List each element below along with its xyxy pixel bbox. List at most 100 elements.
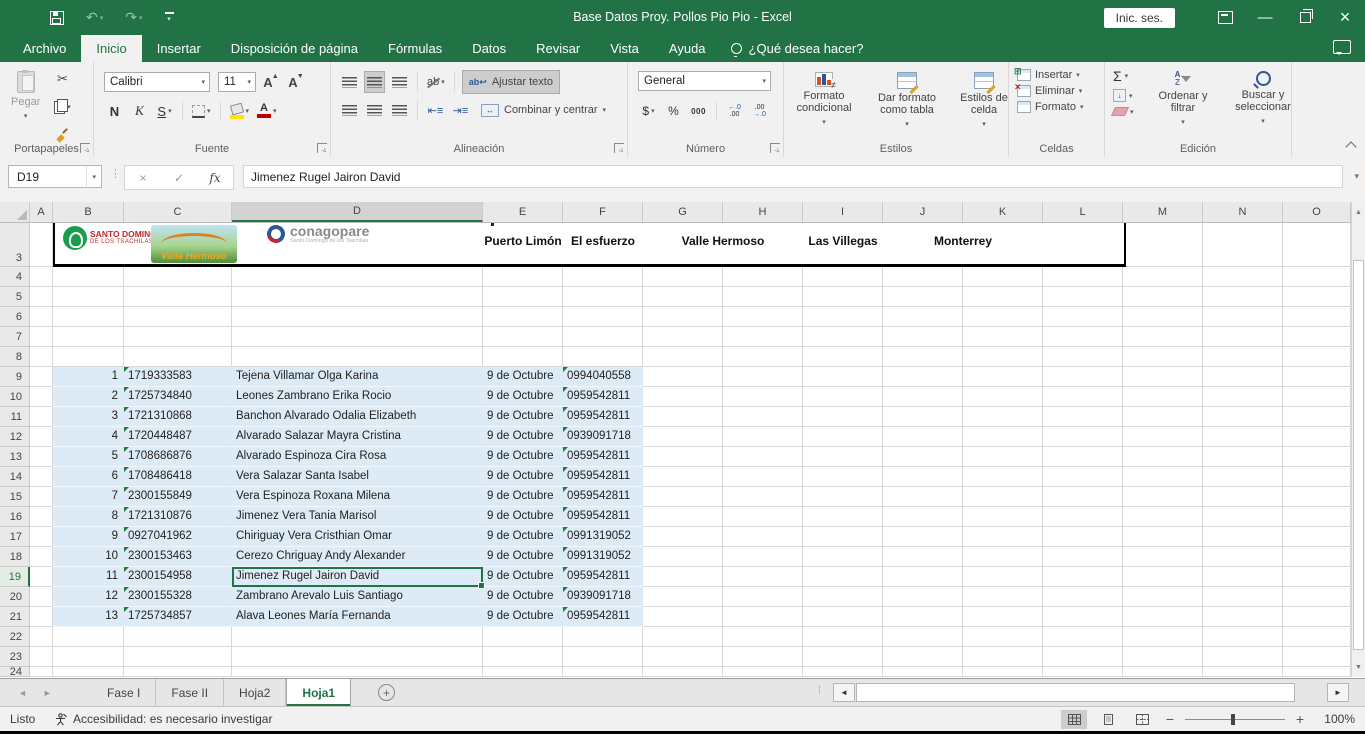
cell-B24[interactable] bbox=[53, 667, 124, 677]
comma-style-button[interactable]: 000 bbox=[688, 100, 709, 122]
cell-E9[interactable]: 9 de Octubre bbox=[483, 367, 563, 387]
clipboard-dialog-launcher[interactable] bbox=[80, 143, 90, 153]
cell-M5[interactable] bbox=[1123, 287, 1203, 307]
fill-color-button[interactable] bbox=[228, 100, 252, 122]
cell-F17[interactable]: 0991319052 bbox=[563, 527, 643, 547]
cell-C12[interactable]: 1720448487 bbox=[124, 427, 232, 447]
cell-M19[interactable] bbox=[1123, 567, 1203, 587]
cell-O3[interactable] bbox=[1283, 223, 1351, 267]
cell-E10[interactable]: 9 de Octubre bbox=[483, 387, 563, 407]
cell-A14[interactable] bbox=[30, 467, 53, 487]
cancel-entry-button[interactable]: × bbox=[125, 171, 161, 185]
cell-L18[interactable] bbox=[1043, 547, 1123, 567]
cell-L9[interactable] bbox=[1043, 367, 1123, 387]
cell-K11[interactable] bbox=[963, 407, 1043, 427]
cell-I13[interactable] bbox=[803, 447, 883, 467]
cell-H19[interactable] bbox=[723, 567, 803, 587]
cell-E4[interactable] bbox=[483, 267, 563, 287]
cell-G6[interactable] bbox=[643, 307, 723, 327]
cell-O9[interactable] bbox=[1283, 367, 1351, 387]
cell-I17[interactable] bbox=[803, 527, 883, 547]
vertical-scrollbar[interactable]: ▲ ▼ bbox=[1351, 202, 1365, 677]
cell-M14[interactable] bbox=[1123, 467, 1203, 487]
sort-filter-button[interactable]: AZ Ordenar y filtrar bbox=[1147, 66, 1219, 129]
sheet-tab-fase-i[interactable]: Fase I bbox=[92, 679, 156, 706]
cell-D12[interactable]: Alvarado Salazar Mayra Cristina bbox=[232, 427, 483, 447]
cell-A18[interactable] bbox=[30, 547, 53, 567]
cell-I6[interactable] bbox=[803, 307, 883, 327]
cell-H8[interactable] bbox=[723, 347, 803, 367]
cell-J18[interactable] bbox=[883, 547, 963, 567]
restore-button[interactable] bbox=[1285, 0, 1325, 35]
new-sheet-button[interactable]: + bbox=[378, 684, 395, 701]
cell-H20[interactable] bbox=[723, 587, 803, 607]
cell-G13[interactable] bbox=[643, 447, 723, 467]
column-header-C[interactable]: C bbox=[124, 202, 232, 222]
cell-M6[interactable] bbox=[1123, 307, 1203, 327]
cell-J17[interactable] bbox=[883, 527, 963, 547]
ribbon-tab-vista[interactable]: Vista bbox=[595, 35, 654, 62]
cell-K8[interactable] bbox=[963, 347, 1043, 367]
cell-J10[interactable] bbox=[883, 387, 963, 407]
cell-D20[interactable]: Zambrano Arevalo Luis Santiago bbox=[232, 587, 483, 607]
cell-G23[interactable] bbox=[643, 647, 723, 667]
cell-O6[interactable] bbox=[1283, 307, 1351, 327]
cell-J16[interactable] bbox=[883, 507, 963, 527]
cell-A9[interactable] bbox=[30, 367, 53, 387]
row-header-12[interactable]: 12 bbox=[0, 427, 30, 447]
accessibility-status[interactable]: Accesibilidad: es necesario investigar bbox=[54, 712, 272, 726]
cell-E7[interactable] bbox=[483, 327, 563, 347]
increase-decimal-button[interactable]: ←.0.00 bbox=[724, 100, 745, 122]
cell-I24[interactable] bbox=[803, 667, 883, 677]
cell-J23[interactable] bbox=[883, 647, 963, 667]
cell-L8[interactable] bbox=[1043, 347, 1123, 367]
row-header-9[interactable]: 9 bbox=[0, 367, 30, 387]
zoom-slider-thumb[interactable] bbox=[1231, 714, 1235, 725]
cell-M20[interactable] bbox=[1123, 587, 1203, 607]
cell-A6[interactable] bbox=[30, 307, 53, 327]
cell-K7[interactable] bbox=[963, 327, 1043, 347]
cell-M13[interactable] bbox=[1123, 447, 1203, 467]
tab-scroll-splitter[interactable]: ⁞ bbox=[818, 685, 821, 696]
cell-I16[interactable] bbox=[803, 507, 883, 527]
percent-button[interactable]: % bbox=[663, 100, 684, 122]
formula-input[interactable]: Jimenez Rugel Jairon David bbox=[243, 165, 1343, 188]
sheet-tab-hoja2[interactable]: Hoja2 bbox=[224, 679, 286, 706]
align-right-button[interactable] bbox=[389, 99, 410, 121]
cell-N8[interactable] bbox=[1203, 347, 1283, 367]
cell-G22[interactable] bbox=[643, 627, 723, 647]
cell-J15[interactable] bbox=[883, 487, 963, 507]
cell-J22[interactable] bbox=[883, 627, 963, 647]
cell-D17[interactable]: Chiriguay Vera Cristhian Omar bbox=[232, 527, 483, 547]
cell-F24[interactable] bbox=[563, 667, 643, 677]
wrap-text-button[interactable]: ab↩Ajustar texto bbox=[462, 70, 560, 94]
cell-N7[interactable] bbox=[1203, 327, 1283, 347]
column-header-K[interactable]: K bbox=[963, 202, 1043, 222]
cell-C9[interactable]: 1719333583 bbox=[124, 367, 232, 387]
cell-B20[interactable]: 12 bbox=[53, 587, 124, 607]
cell-L19[interactable] bbox=[1043, 567, 1123, 587]
row-header-18[interactable]: 18 bbox=[0, 547, 30, 567]
cell-E8[interactable] bbox=[483, 347, 563, 367]
cell-L4[interactable] bbox=[1043, 267, 1123, 287]
cell-H10[interactable] bbox=[723, 387, 803, 407]
format-cells-button[interactable]: Formato bbox=[1017, 101, 1104, 113]
zoom-level[interactable]: 100% bbox=[1315, 712, 1355, 726]
cell-J24[interactable] bbox=[883, 667, 963, 677]
ribbon-tab-revisar[interactable]: Revisar bbox=[521, 35, 595, 62]
number-format-combo[interactable]: General bbox=[638, 71, 771, 91]
cell-D9[interactable]: Tejena Villamar Olga Karina bbox=[232, 367, 483, 387]
row-header-3[interactable]: 3 bbox=[0, 223, 30, 267]
clear-button[interactable] bbox=[1113, 107, 1134, 116]
autosum-button[interactable]: Σ bbox=[1113, 68, 1134, 84]
cell-M7[interactable] bbox=[1123, 327, 1203, 347]
cell-C23[interactable] bbox=[124, 647, 232, 667]
cell-G7[interactable] bbox=[643, 327, 723, 347]
cell-D10[interactable]: Leones Zambrano Erika Rocio bbox=[232, 387, 483, 407]
row-header-19[interactable]: 19 bbox=[0, 567, 30, 587]
cell-E6[interactable] bbox=[483, 307, 563, 327]
cell-O12[interactable] bbox=[1283, 427, 1351, 447]
cell-I15[interactable] bbox=[803, 487, 883, 507]
cell-H5[interactable] bbox=[723, 287, 803, 307]
cell-B23[interactable] bbox=[53, 647, 124, 667]
